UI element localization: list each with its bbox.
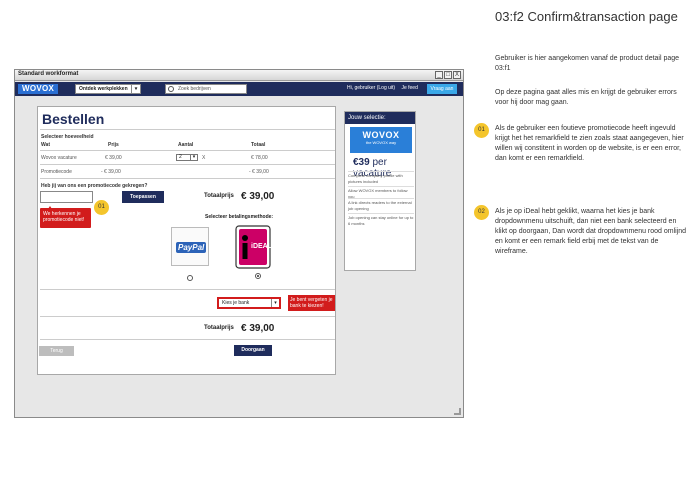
row-promo-price: - € 39,00: [101, 169, 121, 175]
feature-item: Job opening can stay online for up to 6 …: [348, 215, 414, 226]
divider: [40, 150, 335, 151]
total-value-2: € 39,00: [241, 323, 275, 334]
feature-item: A link directs readers to the external j…: [348, 200, 412, 211]
chevron-down-icon: ▾: [131, 85, 140, 93]
note-01: Als de gebruiker een foutieve promotieco…: [495, 125, 684, 162]
divider: [40, 129, 335, 130]
maximize-button[interactable]: □: [444, 71, 452, 79]
times-sign: X: [202, 155, 206, 161]
col-qty: Aantal: [178, 142, 194, 148]
row-promo-total: - € 39,00: [249, 169, 269, 175]
ideal-option[interactable]: iDEAL: [235, 225, 272, 269]
col-what: Wat: [41, 142, 50, 148]
row-item-total: € 78,00: [251, 155, 268, 161]
back-button[interactable]: Terug: [39, 346, 74, 356]
search-icon: [168, 86, 174, 92]
paypal-logo: PayPal: [176, 242, 207, 253]
divider: [348, 171, 414, 172]
quantity-select[interactable]: 2 ▾: [176, 154, 198, 161]
promo-code-input[interactable]: [40, 191, 93, 203]
selection-panel: Jouw selectie: WOVOX the WOVOX way €39 p…: [344, 111, 416, 271]
divider: [348, 198, 414, 199]
brand-name: WOVOX: [362, 130, 400, 140]
apply-promo-button[interactable]: Toepassen: [122, 191, 164, 203]
window-title: Standard workformat: [18, 71, 79, 77]
bank-select[interactable]: Kies je bank ▾: [217, 297, 281, 309]
spec-title: 03:f2 Confirm&transaction page: [495, 9, 678, 24]
divider: [348, 213, 414, 214]
feature-item: Complete company profile with pictures i…: [348, 173, 403, 184]
row-item-name: Wovox vacature: [41, 155, 77, 161]
promo-error-tooltip: We herkennen je promotiecode niet!: [40, 206, 91, 228]
window-titlebar: Standard workformat _ □ X: [15, 70, 463, 81]
row-promo-name: Promotiecode: [41, 169, 72, 175]
feed-link[interactable]: Je feed: [401, 85, 417, 91]
chevron-down-icon: ▾: [271, 299, 279, 307]
col-total: Totaal: [251, 142, 266, 148]
quantity-value: 2: [179, 154, 182, 160]
app-header: WOVOX Ontdek werkplekken ▾ Zoek bedrijve…: [15, 82, 463, 96]
divider: [40, 339, 335, 340]
greeting-link[interactable]: Hi, gebruiker (Log uit): [347, 85, 395, 91]
row-item-price: € 39,00: [105, 155, 122, 161]
wovox-logo[interactable]: WOVOX: [18, 84, 59, 94]
divider: [40, 289, 335, 290]
close-button[interactable]: X: [453, 71, 461, 79]
total-label-2: Totaalprijs: [204, 325, 234, 331]
minimize-button[interactable]: _: [435, 71, 443, 79]
ideal-text: iDEAL: [251, 243, 272, 250]
paypal-radio[interactable]: [187, 275, 193, 281]
note-intro: Gebruiker is hier aangekomen vanaf de pr…: [495, 55, 680, 72]
request-button[interactable]: Vraag aan: [427, 84, 457, 94]
discover-dropdown[interactable]: Ontdek werkplekken ▾: [75, 84, 141, 94]
promo-question: Heb jij van ons een promotiecode gekrege…: [41, 183, 148, 189]
resize-grip[interactable]: [454, 408, 461, 415]
col-price: Prijs: [108, 142, 119, 148]
selection-header: Jouw selectie:: [345, 112, 415, 124]
user-links: Hi, gebruiker (Log uit) Je feed: [347, 85, 423, 91]
payment-method-label: Selecteer betalingsmethode:: [205, 214, 274, 220]
annotation-marker-01: 01: [94, 200, 109, 215]
divider: [40, 164, 335, 165]
note-marker-02: 02: [474, 205, 489, 220]
paypal-option[interactable]: PayPal: [171, 227, 209, 266]
divider: [40, 178, 335, 179]
select-quantity-label: Selecteer hoeveelheid: [41, 134, 94, 140]
search-input[interactable]: Zoek bedrijven: [165, 84, 247, 94]
chevron-down-icon: ▾: [190, 155, 197, 160]
bank-error-tooltip: Je bent vergeten je bank te kiezen!: [288, 295, 335, 311]
note-errors: Op deze pagina gaat alles mis en krijgt …: [495, 89, 677, 106]
ideal-radio[interactable]: [255, 273, 261, 279]
note-marker-01: 01: [474, 123, 489, 138]
discover-label: Ontdek werkplekken: [79, 86, 128, 92]
bank-select-value: Kies je bank: [222, 300, 250, 306]
divider: [40, 316, 335, 317]
checkout-panel: Bestellen Selecteer hoeveelheid Wat Prij…: [37, 106, 336, 375]
continue-button[interactable]: Doorgaan: [234, 345, 272, 356]
search-placeholder: Zoek bedrijven: [178, 86, 211, 92]
total-value: € 39,00: [241, 191, 275, 202]
note-02: Als je op iDeal hebt geklikt, waarna het…: [495, 208, 687, 255]
page-title: Bestellen: [42, 111, 105, 127]
selection-brand: WOVOX the WOVOX way: [350, 127, 412, 153]
divider: [348, 186, 414, 187]
total-label: Totaalprijs: [204, 193, 234, 199]
brand-tagline: the WOVOX way: [365, 140, 397, 145]
price-amount: €39: [353, 157, 370, 168]
